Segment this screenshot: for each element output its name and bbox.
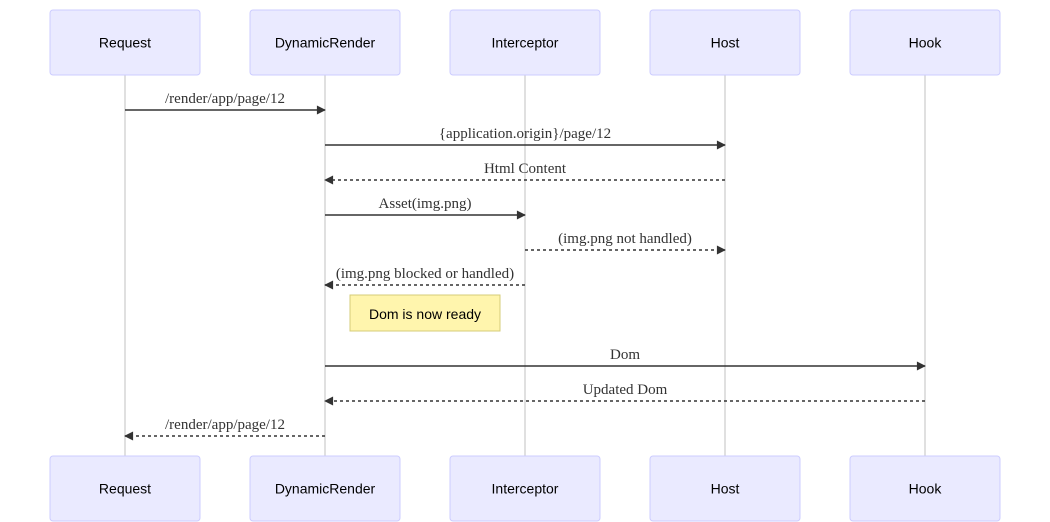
actor-hook-top[interactable]: Hook (849, 9, 1001, 76)
message-4: Asset(img.png) (325, 196, 526, 220)
actor-dynamicrender-bottom[interactable]: DynamicRender (249, 455, 401, 522)
actor-label: Interceptor (492, 35, 559, 51)
actor-label: Request (99, 481, 151, 497)
actor-label: DynamicRender (275, 35, 376, 51)
message-6: (img.png blocked or handled) (324, 266, 525, 290)
actor-request-top[interactable]: Request (49, 9, 201, 76)
actor-interceptor-bottom[interactable]: Interceptor (449, 455, 601, 522)
actor-label: Request (99, 35, 151, 51)
actor-label: Hook (909, 481, 943, 497)
message-label: Asset(img.png) (379, 196, 472, 212)
message-label: (img.png blocked or handled) (336, 266, 514, 282)
actor-interceptor-top[interactable]: Interceptor (449, 9, 601, 76)
message-label: /render/app/page/12 (165, 417, 285, 433)
message-9: Updated Dom (324, 382, 925, 406)
message-10: /render/app/page/12 (124, 417, 325, 441)
actor-host-bottom[interactable]: Host (649, 455, 801, 522)
actor-hook-bottom[interactable]: Hook (849, 455, 1001, 522)
note: Dom is now ready (349, 294, 501, 332)
actor-label: DynamicRender (275, 481, 376, 497)
message-label: {application.origin}/page/12 (439, 126, 611, 142)
message-5: (img.png not handled) (525, 231, 726, 255)
message-label: (img.png not handled) (558, 231, 692, 247)
actor-label: Hook (909, 35, 943, 51)
sequence-diagram: Request DynamicRender Interceptor Host Hook … (49, 9, 1001, 522)
note-label: Dom is now ready (369, 306, 481, 322)
message-label: Updated Dom (583, 382, 668, 398)
message-8: Dom (325, 347, 926, 371)
actor-host-top[interactable]: Host (649, 9, 801, 76)
actor-request-bottom[interactable]: Request (49, 455, 201, 522)
message-label: Html Content (484, 161, 567, 177)
actor-dynamicrender-top[interactable]: DynamicRender (249, 9, 401, 76)
actor-label: Host (711, 481, 740, 497)
message-label: /render/app/page/12 (165, 91, 285, 107)
actor-label: Host (711, 35, 740, 51)
actor-label: Interceptor (492, 481, 559, 497)
message-1: /render/app/page/12 (125, 91, 326, 115)
message-label: Dom (610, 347, 640, 363)
